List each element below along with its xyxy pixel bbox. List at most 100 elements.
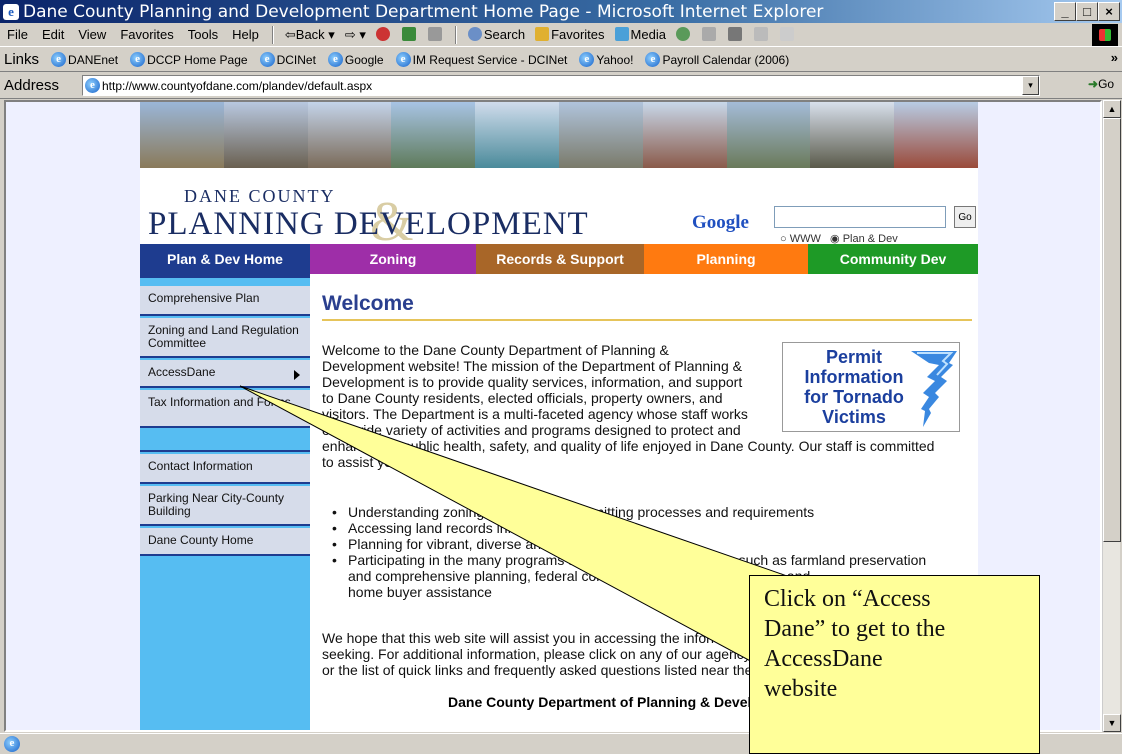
minimize-button[interactable]: _ [1054,2,1076,21]
discuss-button[interactable] [775,27,801,42]
google-search-input[interactable] [774,206,946,228]
edit-button[interactable] [749,27,775,42]
scroll-down-button[interactable]: ▼ [1103,714,1121,732]
sidebar-item-comprehensive-plan[interactable]: Comprehensive Plan [140,286,310,316]
close-button[interactable]: × [1098,2,1120,21]
link-label: DANEnet [68,52,119,67]
link-payroll[interactable]: e Payroll Calendar (2006) [639,52,795,67]
permit-line: for Tornado [804,387,904,407]
windows-logo-icon [1092,24,1118,46]
maximize-button[interactable]: □ [1076,2,1098,21]
media-button[interactable]: Media [610,27,671,42]
photo-banner [140,102,978,168]
google-go-button[interactable]: Go [954,206,976,228]
window-title: Dane County Planning and Development Dep… [23,1,824,22]
home-button[interactable] [423,27,449,42]
home-icon [427,27,442,41]
site-header: & Dane County PLANNING DEVELOPMENT Googl… [140,168,978,253]
link-label: DCCP Home Page [147,52,248,67]
ie-window: e Dane County Planning and Development D… [0,0,1122,754]
instruction-callout: Click on “Access Dane” to get to the Acc… [749,575,1040,754]
logo-wordmark: PLANNING DEVELOPMENT [148,206,589,242]
callout-line: AccessDane [764,646,883,672]
link-google[interactable]: e Google [322,52,390,67]
tab-records-support[interactable]: Records & Support [476,244,644,274]
callout-line: website [764,676,838,702]
tab-plan-dev-home[interactable]: Plan & Dev Home [140,244,310,274]
google-logo: Google [692,212,749,234]
sidebar-item-contact[interactable]: Contact Information [140,454,310,484]
stop-button[interactable] [371,27,397,42]
history-button[interactable] [671,27,697,42]
link-dccp-home[interactable]: e DCCP Home Page [124,52,254,67]
links-bar: Links e DANEnet e DCCP Home Page e DCINet e… [0,48,1122,72]
go-button[interactable]: ➜Go [1088,77,1114,91]
page-status-icon: e [4,736,20,752]
list-item: Participating in the many programs and p… [322,552,926,568]
permit-tornado-link[interactable]: Permit Information for Tornado Victims [782,342,960,432]
sidebar-item-label: AccessDane [148,365,216,379]
search-icon [467,27,482,41]
menu-tools[interactable]: Tools [181,27,225,42]
scroll-up-button[interactable]: ▲ [1103,100,1121,118]
tab-planning[interactable]: Planning [644,244,808,274]
mail-button[interactable] [697,27,723,42]
ie-page-icon: e [327,52,343,67]
favorites-icon [535,27,550,41]
address-dropdown-button[interactable]: ▾ [1022,76,1039,95]
intro-line: to assist you in: [322,454,419,470]
forward-button[interactable]: ⇨ ▾ [340,27,371,43]
tab-community-dev[interactable]: Community Dev [808,244,978,274]
search-button[interactable]: Search [463,27,530,42]
refresh-button[interactable] [397,27,423,42]
media-icon [614,27,629,41]
tab-zoning[interactable]: Zoning [310,244,476,274]
toolbar-separator [454,25,457,44]
link-dcinet[interactable]: e DCINet [254,52,322,67]
menu-help[interactable]: Help [225,27,266,42]
google-logo-text: Google [692,212,749,233]
menu-edit[interactable]: Edit [35,27,71,42]
link-danenet[interactable]: e DANEnet [45,52,124,67]
address-bar: Address e http://www.countyofdane.com/pl… [0,73,1122,99]
ie-page-icon: e [130,52,146,67]
sidebar-item-accessdane[interactable]: AccessDane [140,360,310,388]
ie-page-icon: e [259,52,275,67]
window-controls: _ □ × [1054,2,1120,21]
favorites-button[interactable]: Favorites [530,27,609,42]
history-icon [675,27,690,41]
scroll-thumb[interactable] [1103,118,1121,542]
ie-page-icon: e [395,52,411,67]
link-label: IM Request Service - DCINet [412,52,568,67]
back-button[interactable]: ⇦Back ▾ [280,27,340,43]
go-label: Go [1098,77,1115,91]
vertical-scrollbar[interactable]: ▲ ▼ [1102,100,1121,732]
permit-line: Permit [825,347,883,367]
menu-favorites[interactable]: Favorites [113,27,180,42]
media-label: Media [630,27,666,42]
sidebar-item-county-home[interactable]: Dane County Home [140,528,310,556]
sidebar-item-tax-info[interactable]: Tax Information and Forms [140,390,310,428]
tornado-icon [911,351,957,427]
page-title: Welcome [322,292,414,315]
ie-logo-icon: e [3,3,19,20]
print-button[interactable] [723,27,749,42]
list-item: Understanding zoning and land use permit… [322,504,926,520]
address-input[interactable]: e http://www.countyofdane.com/plandev/de… [82,75,1040,96]
link-label: Payroll Calendar (2006) [662,52,790,67]
address-label: Address [4,77,60,94]
sidebar-divider [140,430,310,452]
links-label: Links [4,51,40,68]
link-label: Yahoo! [596,52,634,67]
menu-file[interactable]: File [0,27,35,42]
stop-icon [375,27,390,41]
logo-planning-development[interactable]: PLANNING DEVELOPMENT [148,206,589,243]
link-yahoo[interactable]: e Yahoo! [573,52,639,67]
links-more-button[interactable]: » [1111,50,1118,65]
permit-line: Information [804,367,904,387]
sidebar-item-zoning-committee[interactable]: Zoning and Land Regulation Committee [140,318,310,358]
submenu-arrow-icon [294,370,300,380]
menu-view[interactable]: View [71,27,113,42]
link-im-request[interactable]: e IM Request Service - DCINet [390,52,574,67]
sidebar-item-parking[interactable]: Parking Near City-County Building [140,486,310,526]
